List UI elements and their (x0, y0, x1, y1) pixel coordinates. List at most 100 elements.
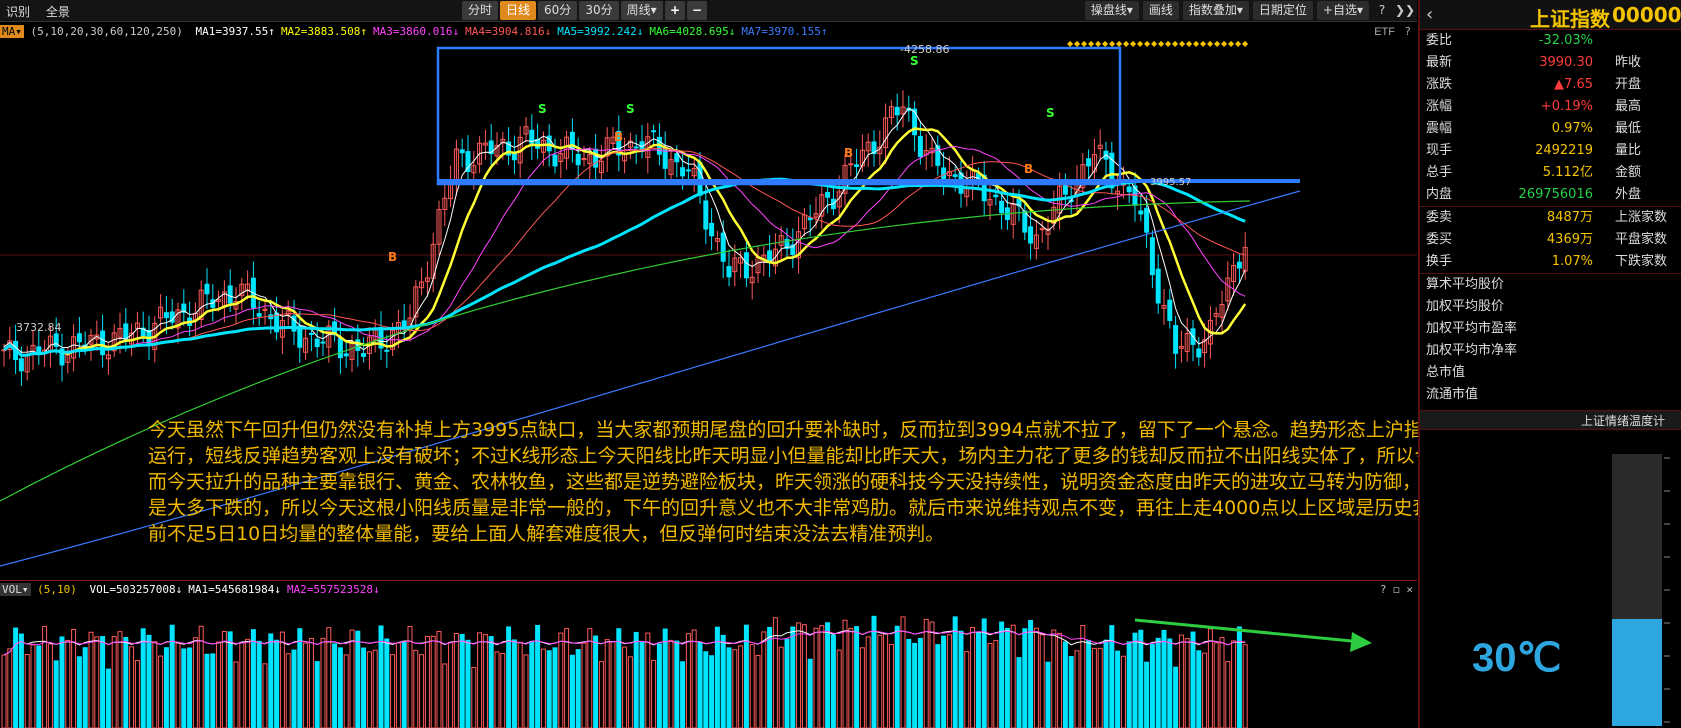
volume-bar (738, 645, 744, 728)
volume-bar (1120, 655, 1126, 728)
help-icon[interactable]: ? (1373, 1, 1391, 20)
candle-body (1155, 268, 1161, 304)
period-daily-button[interactable]: 日线 (500, 1, 537, 20)
ma-value-6: MA6=4028.695↓ (649, 25, 736, 38)
volume-chart[interactable] (0, 598, 1417, 728)
volume-bar (337, 647, 343, 728)
draw-line-button[interactable]: 画线 (1142, 1, 1179, 20)
volume-bar (175, 642, 181, 728)
volume-bar (343, 654, 349, 728)
volume-bar (1, 654, 7, 728)
diamond-marker-icon: ◆ (1179, 41, 1186, 48)
volume-bar (593, 635, 599, 728)
sell-signal-label: S (626, 102, 635, 116)
thermometer-title: 上证情绪温度计 (1420, 410, 1681, 430)
ma-help-icon[interactable]: ? (1404, 23, 1411, 41)
volume-bar (384, 638, 390, 728)
volume-bar (297, 628, 303, 728)
identify-button[interactable]: 识别 (6, 5, 30, 19)
diamond-marker-icon: ◆ (1228, 41, 1235, 48)
quote-row: 内盘 269756016 外盘 (1420, 184, 1681, 206)
volume-bar (622, 646, 628, 728)
volume-bar (459, 633, 465, 728)
quote-label: 总手 (1426, 165, 1453, 180)
volume-bar (749, 644, 755, 728)
diamond-marker-icon: ◆ (1172, 41, 1179, 48)
ma-params: (5,10,20,30,60,120,250) (30, 25, 183, 38)
candle-body (1138, 210, 1144, 215)
diamond-marker-icon: ◆ (1144, 41, 1151, 48)
period-weekly-dropdown[interactable]: 周线▾ (620, 1, 663, 20)
volume-bar (314, 661, 320, 728)
candle-body (999, 200, 1005, 214)
ma-indicator-dropdown[interactable]: MA▾ (0, 25, 24, 38)
quote-row: 委比 -32.03% (1420, 30, 1681, 52)
volume-bar (1097, 647, 1103, 728)
date-locate-button[interactable]: 日期定位 (1252, 1, 1313, 20)
volume-indicator-dropdown[interactable]: VOL▾ (0, 583, 31, 596)
volume-bar (726, 647, 732, 728)
volume-bar (709, 655, 715, 728)
diamond-marker-icon: ◆ (1235, 41, 1242, 48)
volume-bar (703, 651, 709, 728)
volume-bar (204, 653, 210, 728)
back-arrow-icon[interactable]: ‹ (1426, 4, 1433, 25)
quote-header: ‹ 上证指数 000001 (1420, 0, 1681, 31)
volume-bar (761, 631, 767, 728)
index-code: 000001 (1612, 3, 1681, 27)
stats-list: 算术平均股价 加权平均股价 加权平均市盈率 加权平均市净率 总市值 流通市值 (1420, 273, 1681, 406)
volume-bar (848, 627, 854, 728)
volume-bar (685, 633, 691, 728)
volume-window-icons[interactable]: ? ◻ ✕ (1380, 581, 1413, 598)
volume-bar (906, 638, 912, 728)
period-60min-button[interactable]: 60分 (538, 1, 578, 20)
index-overlay-dropdown[interactable]: 指数叠加▾ (1182, 1, 1249, 20)
candle-body (343, 353, 349, 357)
volume-bar (395, 642, 401, 728)
volume-bar (1022, 628, 1028, 728)
volume-bar (529, 641, 535, 728)
quote-label: 最新 (1426, 55, 1453, 70)
panorama-button[interactable]: 全景 (46, 5, 70, 19)
volume-bar (1016, 657, 1022, 728)
diamond-marker-icon: ◆ (1158, 41, 1165, 48)
zoom-out-button[interactable]: − (687, 1, 707, 20)
volume-bar (564, 628, 570, 728)
candle-body (361, 353, 367, 357)
candle-body (685, 169, 691, 172)
volume-bar (587, 628, 593, 728)
order-label: 委卖 (1426, 210, 1453, 225)
volume-bar (140, 628, 146, 728)
volume-bar (413, 649, 419, 728)
period-intraday-button[interactable]: 分时 (462, 1, 499, 20)
volume-bar (941, 635, 947, 728)
ma-value-5: MA5=3992.242↓ (557, 25, 644, 38)
volume-bar (88, 631, 94, 728)
period-30min-button[interactable]: 30分 (579, 1, 619, 20)
diamond-marker-icon: ◆ (1095, 41, 1102, 48)
add-watchlist-dropdown[interactable]: +自选▾ (1316, 1, 1369, 20)
volume-bar (146, 634, 152, 728)
volume-bar (598, 661, 604, 728)
candle-body (76, 333, 82, 343)
volume-bar (163, 647, 169, 728)
volume-bar (187, 647, 193, 728)
volume-bar (801, 624, 807, 728)
candle-body (1022, 210, 1028, 233)
operation-line-dropdown[interactable]: 操盘线▾ (1084, 1, 1139, 20)
volume-bar (1051, 629, 1057, 728)
collapse-panel-icon[interactable]: ❯❯ (1395, 1, 1415, 20)
volume-bar (1225, 661, 1231, 728)
volume-bar (1132, 632, 1138, 728)
volume-bar (720, 634, 726, 728)
quote-value: -32.03% (1538, 33, 1593, 48)
zoom-in-button[interactable]: + (665, 1, 685, 20)
volume-bar (929, 621, 935, 728)
quote-right-label: 昨收 (1615, 55, 1642, 70)
volume-bar (1196, 650, 1202, 728)
etf-link[interactable]: ETF (1374, 23, 1395, 41)
volume-bar (366, 651, 372, 728)
quote-right-label: 外盘 (1615, 187, 1642, 202)
volume-bar (912, 642, 918, 728)
volume-bar (633, 631, 639, 728)
